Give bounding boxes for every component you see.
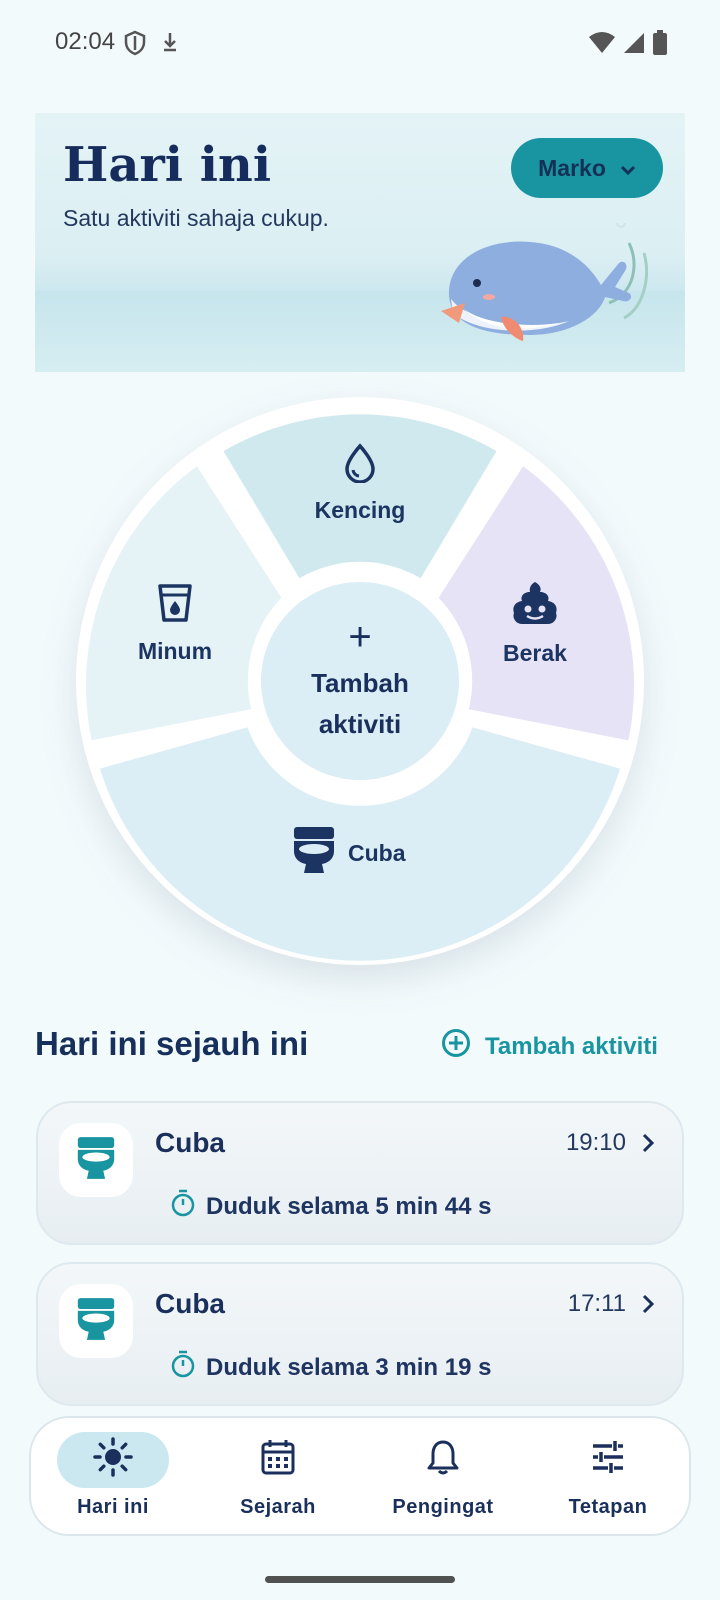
plus-icon: +	[348, 615, 372, 659]
entry-time: 17:11	[567, 1290, 626, 1317]
wheel-item-berak[interactable]: Berak	[470, 580, 600, 667]
timer-icon	[170, 1189, 196, 1224]
nav-item-pengingat[interactable]: Pengingat	[368, 1418, 518, 1538]
nav-active-indicator	[57, 1432, 169, 1488]
toilet-icon	[76, 1135, 116, 1186]
battery-icon	[652, 30, 668, 61]
whale-illustration	[429, 218, 659, 358]
chevron-right-icon	[642, 1133, 655, 1158]
plus-circle-icon	[441, 1028, 471, 1065]
chevron-right-icon	[642, 1294, 655, 1319]
entry-icon-box	[59, 1123, 133, 1197]
entry-detail: Duduk selama 3 min 19 s	[170, 1350, 491, 1385]
sliders-icon	[590, 1439, 626, 1481]
add-activity-label: Tambah aktiviti	[485, 1032, 658, 1060]
wheel-label-berak: Berak	[503, 640, 567, 666]
download-notification-icon	[160, 30, 180, 61]
signal-icon	[622, 31, 646, 60]
wheel-item-cuba[interactable]: Cuba	[292, 825, 492, 881]
entry-title: Cuba	[155, 1127, 225, 1158]
bell-icon	[426, 1438, 460, 1482]
nav-label-hari-ini: Hari ini	[77, 1496, 149, 1518]
shield-icon	[124, 30, 146, 61]
chevron-down-icon	[620, 155, 636, 182]
wheel-center-add-activity[interactable]: + Tambah aktiviti	[260, 581, 460, 781]
activity-entry-card[interactable]: Cuba 17:11 Duduk selama 3 min 19 s	[36, 1262, 684, 1406]
entry-time: 19:10	[565, 1129, 626, 1156]
poop-icon	[510, 580, 560, 632]
entry-icon-box	[59, 1284, 133, 1358]
entry-duration: Duduk selama 3 min 19 s	[206, 1353, 492, 1381]
add-activity-link[interactable]: Tambah aktiviti	[441, 1028, 658, 1065]
wheel-label-cuba: Cuba	[348, 839, 406, 866]
wheel-label-kencing: Kencing	[314, 497, 406, 523]
calendar-icon	[260, 1438, 296, 1482]
profile-name: Marko	[538, 154, 606, 181]
nav-item-tetapan[interactable]: Tetapan	[533, 1418, 683, 1538]
nav-item-hari-ini[interactable]: Hari ini	[38, 1418, 188, 1538]
status-bar: 02:04	[0, 0, 720, 86]
nav-label-pengingat: Pengingat	[392, 1496, 494, 1518]
wheel-center-label: Tambah aktiviti	[311, 668, 409, 739]
page-title: Hari ini	[63, 137, 272, 193]
timer-icon	[170, 1350, 196, 1385]
wheel-item-minum[interactable]: Minum	[110, 582, 240, 665]
bottom-navigation: Hari ini Sejarah Pengingat Tetapan	[29, 1416, 691, 1536]
water-glass-icon	[156, 582, 194, 630]
nav-item-sejarah[interactable]: Sejarah	[203, 1418, 353, 1538]
entry-title: Cuba	[155, 1288, 225, 1319]
sun-icon	[93, 1437, 133, 1483]
wheel-label-minum: Minum	[137, 638, 213, 664]
toilet-icon	[76, 1296, 116, 1347]
toilet-icon	[292, 825, 336, 881]
status-time: 02:04	[55, 28, 116, 55]
profile-selector-button[interactable]: Marko	[511, 138, 663, 198]
activity-wheel: Kencing Minum Berak Cuba + Tambah aktivi…	[70, 391, 650, 971]
wifi-icon	[588, 31, 616, 60]
wheel-item-kencing[interactable]: Kencing	[290, 443, 430, 524]
section-title: Hari ini sejauh ini	[35, 1025, 309, 1062]
nav-label-tetapan: Tetapan	[568, 1496, 648, 1518]
hero-banner: Hari ini Satu aktiviti sahaja cukup. Mar…	[35, 113, 685, 372]
entry-detail: Duduk selama 5 min 44 s	[170, 1189, 491, 1224]
droplet-icon	[343, 443, 377, 489]
nav-label-sejarah: Sejarah	[240, 1496, 316, 1518]
home-indicator[interactable]	[265, 1576, 455, 1583]
page-subtitle: Satu aktiviti sahaja cukup.	[63, 205, 329, 231]
activity-entry-card[interactable]: Cuba 19:10 Duduk selama 5 min 44 s	[36, 1101, 684, 1245]
entry-duration: Duduk selama 5 min 44 s	[206, 1192, 492, 1220]
